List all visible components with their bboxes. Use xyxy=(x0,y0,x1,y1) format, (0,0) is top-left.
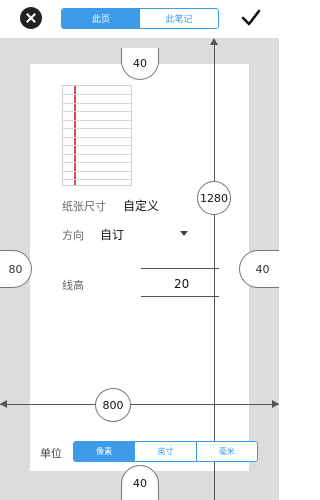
ruled-line xyxy=(63,94,131,95)
orientation-label: 方向 xyxy=(62,229,84,242)
tab-this-note[interactable]: 此笔记 xyxy=(140,9,218,28)
height-bubble[interactable]: 1280 xyxy=(197,181,231,215)
line-height-label: 线高 xyxy=(62,279,84,292)
ruled-line xyxy=(63,153,131,155)
tab-this-page[interactable]: 此页 xyxy=(62,9,140,28)
paper-thumbnail xyxy=(62,85,132,186)
orientation-value[interactable]: 自订 xyxy=(100,226,124,243)
close-icon[interactable] xyxy=(20,7,42,29)
chevron-down-icon[interactable] xyxy=(180,231,188,236)
arrow-right-icon xyxy=(272,400,279,408)
scope-segmented-control: 此页 此笔记 xyxy=(61,8,219,29)
ruled-line xyxy=(63,119,131,121)
ruled-line xyxy=(63,162,131,163)
unit-segmented-control: 像素 英寸 毫米 xyxy=(73,441,258,462)
margin-bottom-bubble[interactable]: 40 xyxy=(121,465,159,500)
ruled-line xyxy=(63,111,131,112)
ruled-line xyxy=(63,102,131,104)
ruled-line xyxy=(63,136,131,138)
height-ruler-line xyxy=(214,40,215,500)
unit-option-pixels[interactable]: 像素 xyxy=(74,442,135,461)
arrow-up-icon xyxy=(210,38,218,45)
page-canvas xyxy=(0,38,279,500)
paper-size-label: 纸张尺寸 xyxy=(62,200,106,213)
ruled-line xyxy=(63,145,131,146)
unit-option-millimeters[interactable]: 毫米 xyxy=(195,442,257,461)
margin-right-bubble[interactable]: 40 xyxy=(239,250,279,288)
width-bubble[interactable]: 800 xyxy=(95,388,131,422)
paper-size-value[interactable]: 自定义 xyxy=(123,197,159,214)
unit-option-inches[interactable]: 英寸 xyxy=(134,442,196,461)
width-ruler-line xyxy=(0,404,279,405)
ruled-line xyxy=(63,128,131,129)
ruled-line xyxy=(63,170,131,172)
line-height-value[interactable]: 20 xyxy=(174,277,189,291)
arrow-left-icon xyxy=(0,400,7,408)
confirm-check-icon[interactable] xyxy=(240,7,262,29)
ruled-line xyxy=(63,179,131,180)
top-bar: 此页 此笔记 xyxy=(0,0,279,38)
unit-label: 单位 xyxy=(40,447,62,460)
